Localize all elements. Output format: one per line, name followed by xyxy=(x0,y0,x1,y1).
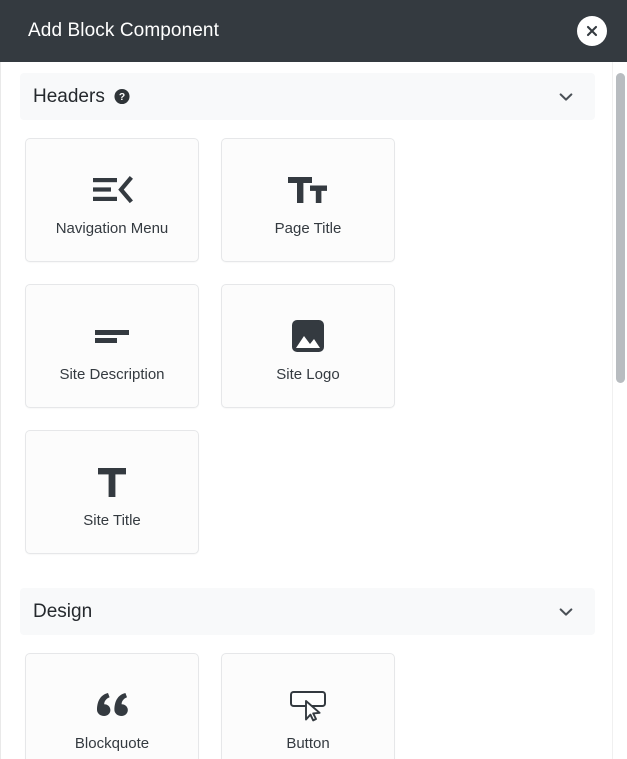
component-label: Site Logo xyxy=(276,365,340,383)
component-label: Site Description xyxy=(59,365,165,383)
page-title-icon xyxy=(285,164,331,216)
component-list: Headers? Navigation Menu Page Title Site De… xyxy=(0,62,612,759)
component-card[interactable]: Site Logo xyxy=(221,284,395,408)
blockquote-icon xyxy=(91,679,133,731)
close-icon xyxy=(584,23,600,39)
close-button[interactable] xyxy=(577,16,607,46)
component-grid-design: BlockquoteButtonDividerIconList xyxy=(0,653,612,759)
component-label: Site Title xyxy=(83,511,141,529)
site-description-icon xyxy=(91,310,133,362)
navigation-menu-icon xyxy=(91,164,133,216)
component-card[interactable]: Blockquote xyxy=(25,653,199,759)
chevron-down-icon[interactable] xyxy=(557,88,575,106)
component-label: Page Title xyxy=(274,219,342,237)
modal-left-edge xyxy=(0,62,1,759)
component-label: Button xyxy=(286,734,330,752)
section-title: Headers xyxy=(33,85,105,107)
component-card[interactable]: Page Title xyxy=(221,138,395,262)
component-label: Blockquote xyxy=(74,734,150,752)
add-block-component-modal: Add Block Component Headers? Navigation M… xyxy=(0,0,627,759)
vertical-scrollbar-thumb[interactable] xyxy=(616,73,625,383)
svg-text:?: ? xyxy=(119,92,125,103)
component-card[interactable]: Navigation Menu xyxy=(25,138,199,262)
modal-body: Headers? Navigation Menu Page Title Site De… xyxy=(0,62,627,759)
button-cursor-icon xyxy=(286,679,330,731)
component-label: Navigation Menu xyxy=(55,219,169,237)
component-card[interactable]: Site Title xyxy=(25,430,199,554)
component-card[interactable]: Site Description xyxy=(25,284,199,408)
help-circle-icon[interactable]: ? xyxy=(114,88,130,105)
chevron-down-icon[interactable] xyxy=(557,603,575,621)
vertical-scrollbar-track[interactable] xyxy=(612,62,627,759)
modal-title-bar: Add Block Component xyxy=(0,0,627,62)
modal-title: Add Block Component xyxy=(28,20,219,41)
site-title-icon xyxy=(94,456,130,508)
component-grid-headers: Navigation Menu Page Title Site Descriptio… xyxy=(0,138,612,576)
section-title: Design xyxy=(33,600,93,622)
section-header-headers[interactable]: Headers? xyxy=(20,73,595,120)
section-header-design[interactable]: Design xyxy=(20,588,595,635)
site-logo-icon xyxy=(288,310,328,362)
component-card[interactable]: Button xyxy=(221,653,395,759)
